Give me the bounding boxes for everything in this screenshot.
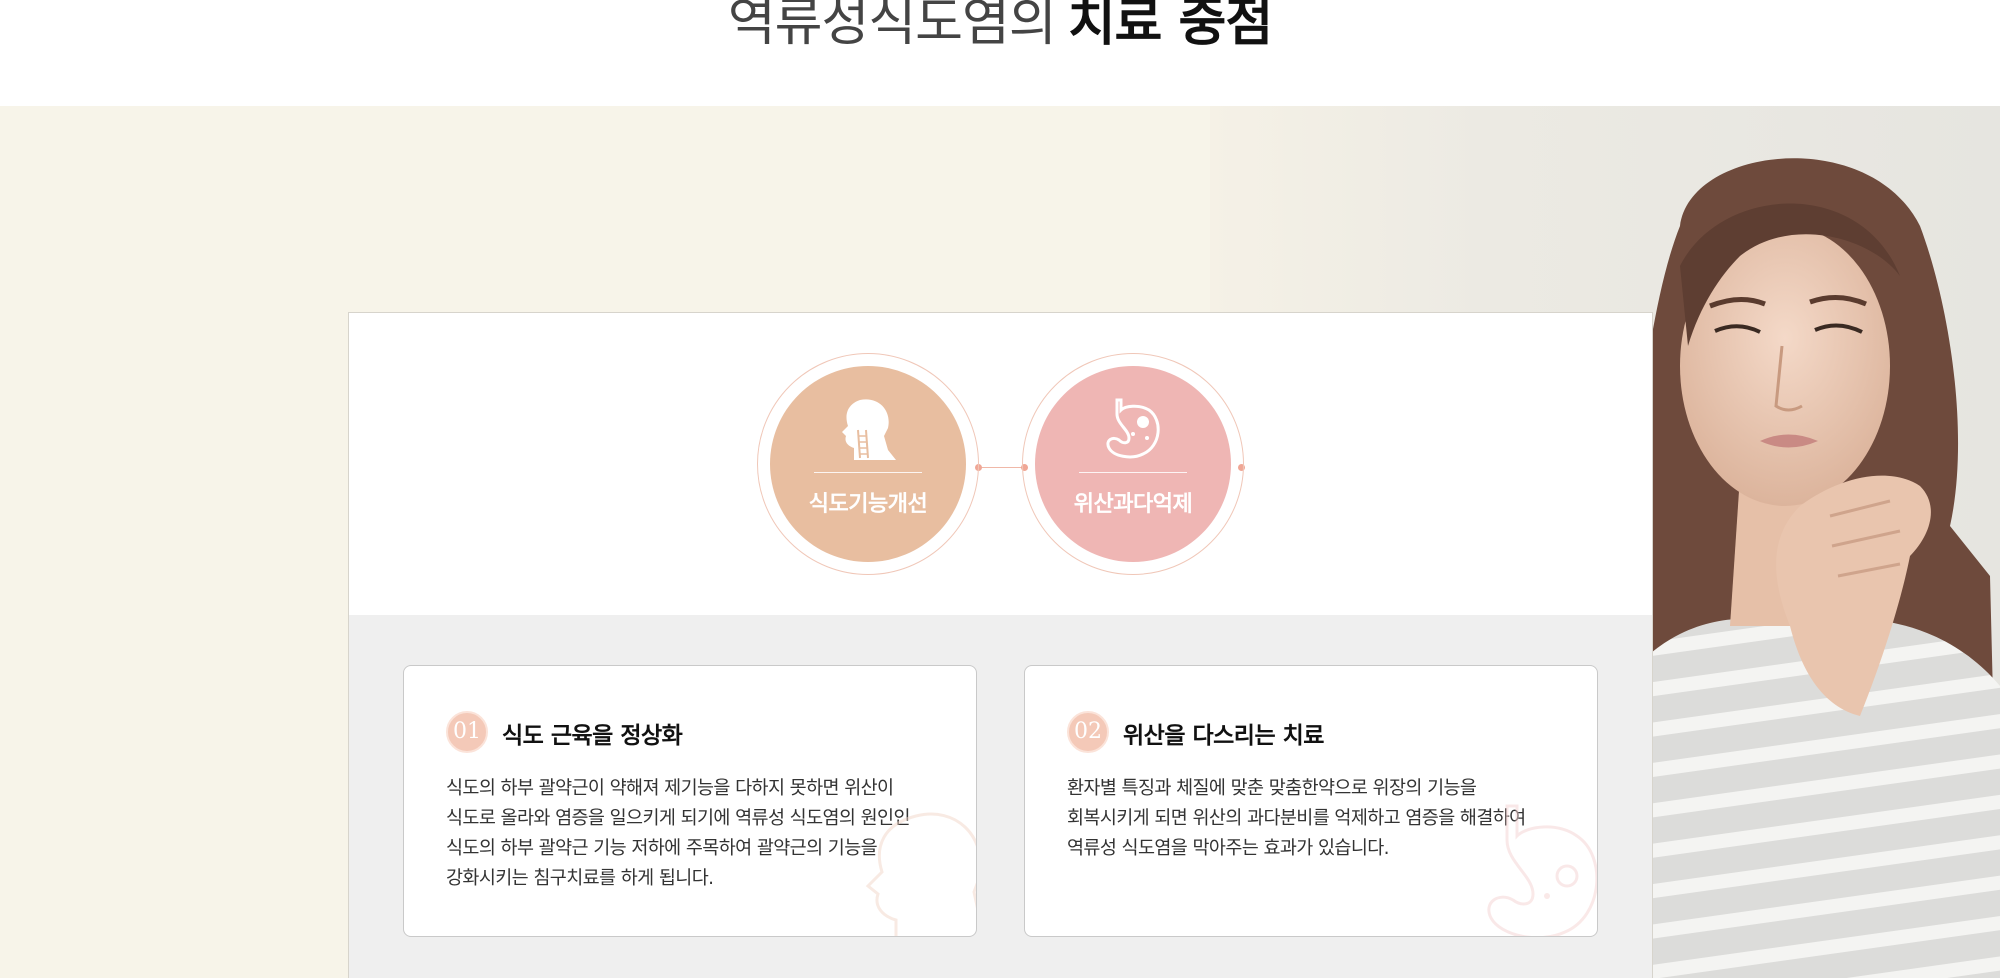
- info-box-title: 위산을 다스리는 치료: [1123, 723, 1324, 749]
- circle-divider: [1079, 472, 1187, 473]
- circle-label-stomach: 위산과다억제: [1073, 492, 1193, 517]
- number-badge: 02: [1067, 711, 1109, 753]
- title-section: 역류성식도염의 치료 중점: [0, 0, 2000, 106]
- circle-esophagus-fill: 식도기능개선: [770, 366, 966, 562]
- number-badge: 01: [446, 711, 488, 753]
- content-background: 식도기능개선 위산과다억제 01 식도 근육을 정상화 식도의 하부 괄약근이 …: [0, 106, 2000, 978]
- card-bottom-section: 01 식도 근육을 정상화 식도의 하부 괄약근이 약해져 제기능을 다하지 못…: [349, 615, 1652, 978]
- circle-stomach-fill: 위산과다억제: [1035, 366, 1231, 562]
- card-top-section: 식도기능개선 위산과다억제: [349, 313, 1652, 615]
- stomach-watermark-icon: [1487, 804, 1597, 936]
- page-title: 역류성식도염의 치료 중점: [0, 0, 2000, 55]
- stomach-icon: [1106, 398, 1160, 459]
- info-box-stomach-acid: 02 위산을 다스리는 치료 환자별 특징과 체질에 맞춘 맞춤한약으로 위장의…: [1024, 665, 1598, 937]
- page-title-bold: 치료 중점: [1067, 0, 1273, 53]
- circle-stomach-acid: 위산과다억제: [1022, 353, 1244, 575]
- page-title-light: 역류성식도염의: [727, 0, 1057, 53]
- info-box-esophagus-muscle: 01 식도 근육을 정상화 식도의 하부 괄약근이 약해져 제기능을 다하지 못…: [403, 665, 977, 937]
- circle-connector-line: [979, 467, 1025, 468]
- circle-label-esophagus: 식도기능개선: [808, 492, 928, 517]
- treatment-card: 식도기능개선 위산과다억제 01 식도 근육을 정상화 식도의 하부 괄약근이 …: [348, 312, 1653, 978]
- info-box-title: 식도 근육을 정상화: [502, 723, 683, 749]
- circle-esophagus-function: 식도기능개선: [757, 353, 979, 575]
- head-esophagus-icon: [842, 399, 896, 460]
- head-watermark-icon: [865, 812, 976, 936]
- circle-divider: [814, 472, 922, 473]
